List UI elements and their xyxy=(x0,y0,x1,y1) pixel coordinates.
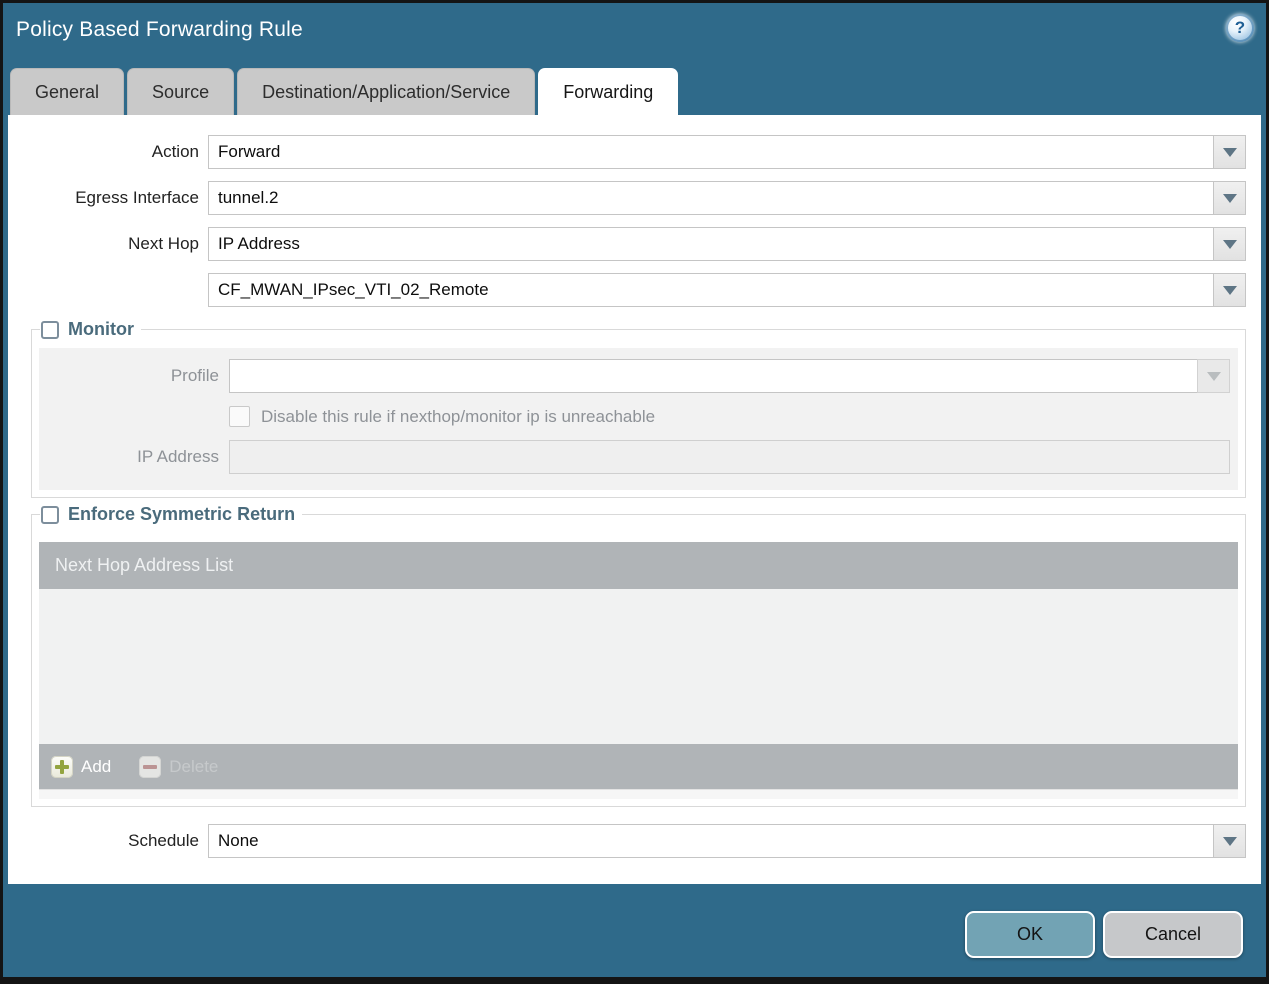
enforce-symmetric-return-checkbox[interactable] xyxy=(41,505,59,524)
next-hop-dropdown-button[interactable] xyxy=(1213,227,1246,261)
ok-button[interactable]: OK xyxy=(965,911,1095,958)
add-button-label: Add xyxy=(81,756,112,776)
profile-input[interactable] xyxy=(229,359,1197,393)
chevron-down-icon xyxy=(1222,239,1237,249)
policy-based-forwarding-dialog: Policy Based Forwarding Rule ? General S… xyxy=(0,0,1269,984)
egress-interface-combo xyxy=(208,181,1246,215)
help-icon[interactable]: ? xyxy=(1226,14,1254,42)
next-hop-address-list-toolbar: Add Delete xyxy=(39,744,1238,789)
chevron-down-icon xyxy=(1222,285,1237,295)
profile-combo xyxy=(229,359,1230,393)
add-button[interactable]: Add xyxy=(51,755,112,778)
profile-label: Profile xyxy=(170,366,219,385)
action-label: Action xyxy=(151,142,199,161)
monitor-section-title: Monitor xyxy=(68,319,134,339)
chevron-down-icon xyxy=(1206,371,1221,381)
monitor-legend: Monitor xyxy=(40,319,141,340)
next-hop-row: Next Hop xyxy=(8,227,1246,261)
tab-source[interactable]: Source xyxy=(127,68,235,116)
monitor-section: Monitor Profile Disable this rule if nex… xyxy=(31,319,1246,498)
monitor-checkbox[interactable] xyxy=(41,320,59,339)
action-row: Action xyxy=(8,135,1246,169)
action-dropdown-button[interactable] xyxy=(1213,135,1246,169)
next-hop-address-list-header[interactable]: Next Hop Address List xyxy=(39,542,1238,589)
tab-forwarding[interactable]: Forwarding xyxy=(538,68,679,116)
minus-icon xyxy=(139,755,162,778)
action-input[interactable] xyxy=(208,135,1213,169)
cancel-button[interactable]: Cancel xyxy=(1103,911,1243,958)
schedule-dropdown-button[interactable] xyxy=(1213,824,1246,858)
monitor-section-body: Profile Disable this rule if nexthop/mon… xyxy=(39,348,1238,490)
monitor-ip-address-label: IP Address xyxy=(137,447,219,466)
egress-interface-input[interactable] xyxy=(208,181,1213,215)
next-hop-address-dropdown-button[interactable] xyxy=(1213,273,1246,307)
delete-button-label: Delete xyxy=(169,756,219,776)
schedule-label: Schedule xyxy=(128,831,199,850)
forwarding-tab-panel: Action Egress Interface Next Hop xyxy=(8,115,1261,884)
egress-interface-dropdown-button[interactable] xyxy=(1213,181,1246,215)
disable-rule-row: Disable this rule if nexthop/monitor ip … xyxy=(39,406,1230,427)
dialog-title: Policy Based Forwarding Rule xyxy=(16,18,303,41)
next-hop-address-list-body[interactable] xyxy=(39,589,1238,744)
monitor-ip-address-row: IP Address xyxy=(39,440,1230,474)
disable-rule-checkbox[interactable] xyxy=(229,406,250,427)
egress-interface-label: Egress Interface xyxy=(75,188,199,207)
egress-interface-row: Egress Interface xyxy=(8,181,1246,215)
next-hop-address-combo xyxy=(208,273,1246,307)
plus-icon xyxy=(51,755,73,778)
next-hop-label: Next Hop xyxy=(128,234,199,253)
next-hop-type-input[interactable] xyxy=(208,227,1213,261)
next-hop-combo xyxy=(208,227,1246,261)
delete-button[interactable]: Delete xyxy=(139,755,219,778)
horizontal-scrollbar[interactable] xyxy=(39,789,1238,799)
chevron-down-icon xyxy=(1222,836,1237,846)
next-hop-address-row xyxy=(8,273,1246,307)
symmetric-return-section: Enforce Symmetric Return Next Hop Addres… xyxy=(31,504,1246,807)
tab-general[interactable]: General xyxy=(10,68,125,116)
chevron-down-icon xyxy=(1222,193,1237,203)
monitor-ip-address-input[interactable] xyxy=(229,440,1230,474)
symmetric-return-legend: Enforce Symmetric Return xyxy=(40,504,302,525)
tab-destination-application-service[interactable]: Destination/Application/Service xyxy=(237,68,536,116)
schedule-combo xyxy=(208,824,1246,858)
schedule-input[interactable] xyxy=(208,824,1213,858)
profile-dropdown-button[interactable] xyxy=(1197,359,1230,393)
schedule-row: Schedule xyxy=(8,824,1246,858)
next-hop-address-list-header-label: Next Hop Address List xyxy=(55,555,234,575)
next-hop-address-list-grid: Next Hop Address List Add Delete xyxy=(39,542,1238,799)
chevron-down-icon xyxy=(1222,147,1237,157)
symmetric-return-section-title: Enforce Symmetric Return xyxy=(68,504,296,524)
disable-rule-label: Disable this rule if nexthop/monitor ip … xyxy=(261,406,656,426)
tab-bar: General Source Destination/Application/S… xyxy=(10,68,679,116)
action-combo xyxy=(208,135,1246,169)
next-hop-address-input[interactable] xyxy=(208,273,1213,307)
profile-row: Profile xyxy=(39,359,1230,393)
